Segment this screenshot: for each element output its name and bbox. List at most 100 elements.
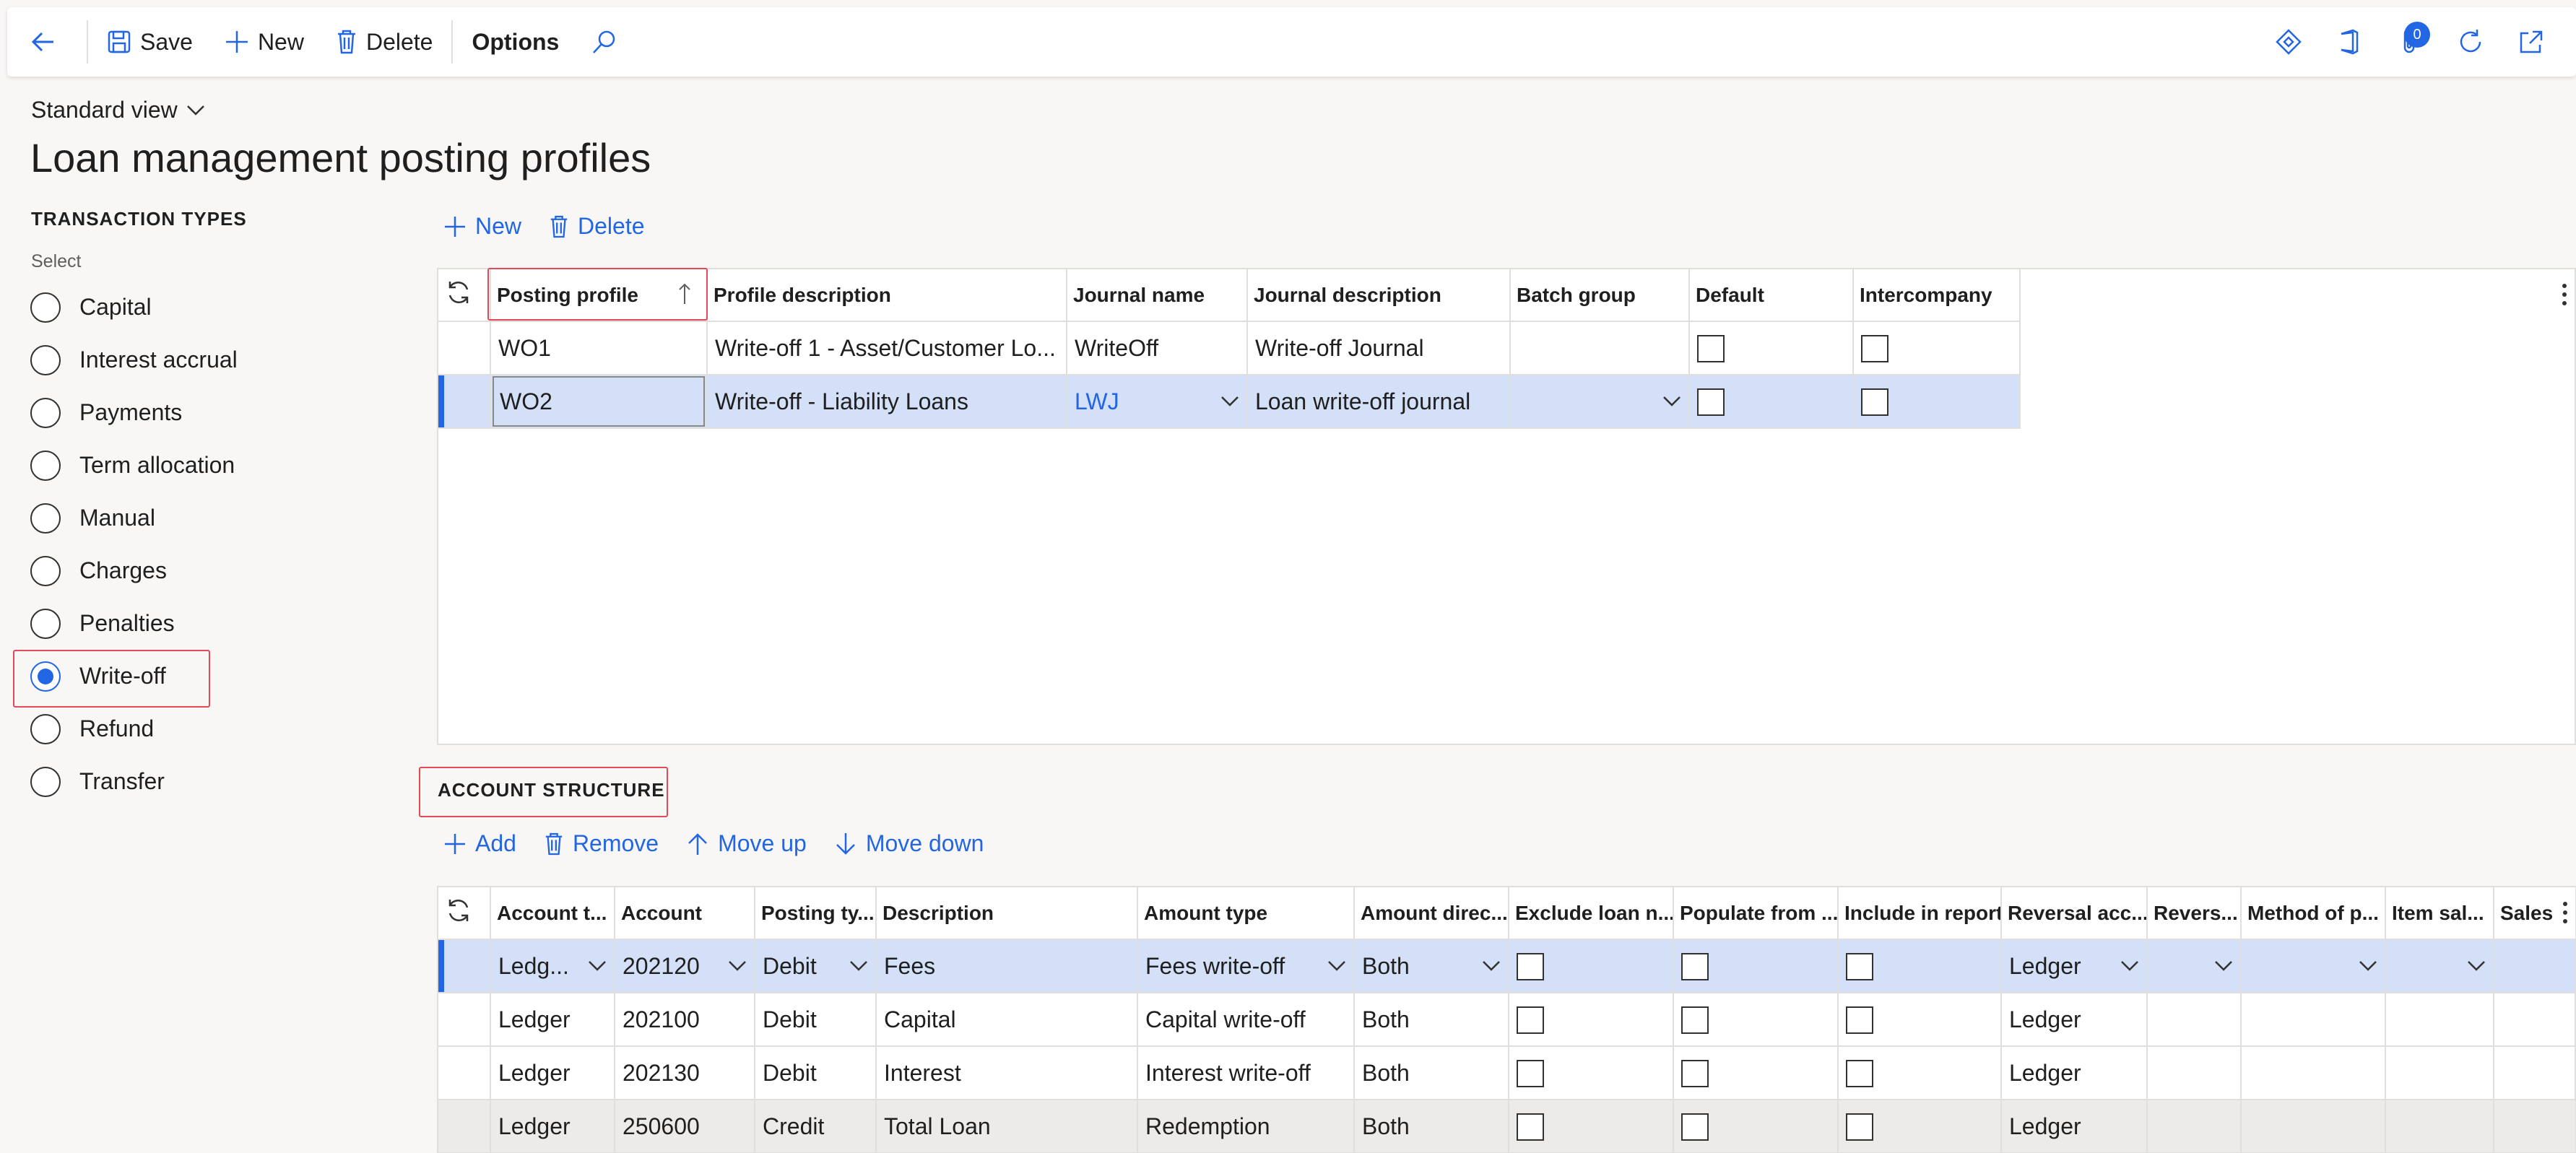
power-apps-button[interactable] (2258, 7, 2319, 77)
more-vertical-icon[interactable] (2561, 900, 2570, 925)
table-row[interactable]: Ledger 202130 Debit Interest Interest wr… (438, 1046, 2576, 1100)
table-row[interactable]: WO1 Write-off 1 - Asset/Customer Lo... W… (438, 321, 2021, 375)
exclude-loan-checkbox[interactable] (1517, 1059, 1544, 1087)
cell-posting-type[interactable]: Debit (755, 939, 877, 993)
refresh-grid-button[interactable] (438, 887, 491, 940)
cell-reversal[interactable] (2147, 993, 2242, 1047)
cell-amount-direction[interactable]: Both (1354, 1100, 1509, 1153)
cell-item-sales[interactable] (2385, 1046, 2494, 1100)
back-button[interactable] (7, 7, 84, 77)
more-vertical-icon[interactable] (2560, 282, 2569, 307)
cell-account[interactable]: 202100 (615, 993, 755, 1047)
cell-amount-direction[interactable]: Both (1354, 939, 1509, 993)
exclude-loan-checkbox[interactable] (1517, 952, 1544, 980)
radio-payments[interactable]: Payments (30, 386, 238, 439)
include-in-report-checkbox[interactable] (1846, 1006, 1873, 1034)
column-header-include-in-report[interactable]: Include in report (1838, 887, 2002, 940)
column-header-amount-type[interactable]: Amount type (1137, 887, 1355, 940)
column-header-posting-type[interactable]: Posting ty... (755, 887, 877, 940)
open-new-window-button[interactable] (2501, 7, 2562, 77)
column-header-account[interactable]: Account (615, 887, 755, 940)
new-button[interactable]: New (209, 7, 320, 77)
cell-amount-direction[interactable]: Both (1354, 993, 1509, 1047)
cell-posting-profile[interactable]: WO2 (490, 375, 708, 429)
table-row-hovered[interactable]: Ledger 250600 Credit Total Loan Redempti… (438, 1100, 2576, 1153)
radio-button[interactable] (30, 344, 61, 375)
cell-item-sales[interactable] (2385, 993, 2494, 1047)
chevron-down-icon[interactable] (2467, 960, 2486, 972)
radio-button[interactable] (30, 450, 61, 481)
default-checkbox[interactable] (1697, 388, 1725, 416)
column-header-item-sales[interactable]: Item sal... (2385, 887, 2494, 940)
cell-reversal-account[interactable]: Ledger (2001, 1046, 2148, 1100)
cell-account[interactable]: 202130 (615, 1046, 755, 1100)
cell-reversal[interactable] (2147, 1100, 2242, 1153)
attachments-button[interactable]: 0 (2380, 7, 2440, 77)
radio-penalties[interactable]: Penalties (30, 597, 238, 650)
delete-button[interactable]: Delete (320, 7, 449, 77)
exclude-loan-checkbox[interactable] (1517, 1113, 1544, 1141)
cell-posting-type[interactable]: Debit (755, 993, 877, 1047)
include-in-report-checkbox[interactable] (1846, 1113, 1873, 1141)
cell-reversal-account[interactable]: Ledger (2001, 939, 2148, 993)
column-header-sales[interactable]: Sales (2494, 887, 2576, 940)
chevron-down-icon[interactable] (2359, 960, 2377, 972)
remove-button[interactable]: Remove (544, 830, 659, 857)
radio-capital[interactable]: Capital (30, 281, 238, 334)
cell-profile-description[interactable]: Write-off - Liability Loans (707, 375, 1067, 429)
cell-journal-description[interactable]: Write-off Journal (1247, 321, 1511, 375)
intercompany-checkbox[interactable] (1861, 388, 1888, 416)
populate-from-checkbox[interactable] (1681, 1059, 1709, 1087)
column-header-populate-from[interactable]: Populate from ... (1673, 887, 1839, 940)
cell-profile-description[interactable]: Write-off 1 - Asset/Customer Lo... (707, 321, 1067, 375)
radio-button[interactable] (30, 766, 61, 797)
chevron-down-icon[interactable] (1220, 396, 1239, 407)
office-button[interactable] (2319, 7, 2380, 77)
posting-profile-input[interactable]: WO2 (493, 376, 705, 427)
cell-posting-type[interactable]: Credit (755, 1100, 877, 1153)
cell-account[interactable]: 202120 (615, 939, 755, 993)
cell-method-of-posting[interactable] (2241, 939, 2386, 993)
intercompany-checkbox[interactable] (1861, 334, 1888, 362)
cell-item-sales[interactable] (2385, 939, 2494, 993)
view-selector[interactable]: Standard view (31, 97, 205, 123)
cell-method-of-posting[interactable] (2241, 1100, 2386, 1153)
cell-sales[interactable] (2494, 939, 2576, 993)
radio-interest-accrual[interactable]: Interest accrual (30, 334, 238, 386)
cell-reversal-account[interactable]: Ledger (2001, 1100, 2148, 1153)
cell-account-type[interactable]: Ledger (490, 1100, 615, 1153)
journal-name-link[interactable]: LWJ (1075, 388, 1119, 415)
refresh-button[interactable] (2440, 7, 2501, 77)
cell-batch-group[interactable] (1510, 321, 1690, 375)
cell-method-of-posting[interactable] (2241, 1046, 2386, 1100)
column-header-default[interactable]: Default (1689, 269, 1854, 322)
cell-description[interactable]: Capital (876, 993, 1138, 1047)
cell-amount-type[interactable]: Redemption (1137, 1100, 1355, 1153)
cell-journal-name[interactable]: LWJ (1067, 375, 1248, 429)
row-selector[interactable] (438, 939, 491, 993)
profiles-new-button[interactable]: New (443, 213, 521, 240)
cell-account-type[interactable]: Ledger (490, 993, 615, 1047)
profiles-delete-button[interactable]: Delete (549, 213, 645, 240)
row-selector[interactable] (438, 1100, 491, 1153)
table-row[interactable]: Ledger 202100 Debit Capital Capital writ… (438, 993, 2576, 1047)
radio-transfer[interactable]: Transfer (30, 755, 238, 808)
radio-refund[interactable]: Refund (30, 702, 238, 755)
options-menu[interactable]: Options (456, 7, 575, 77)
chevron-down-icon[interactable] (1327, 960, 1346, 972)
include-in-report-checkbox[interactable] (1846, 952, 1873, 980)
row-selector[interactable] (438, 1046, 491, 1100)
cell-sales[interactable] (2494, 993, 2576, 1047)
cell-amount-type[interactable]: Interest write-off (1137, 1046, 1355, 1100)
radio-button[interactable] (30, 397, 61, 428)
column-header-journal-name[interactable]: Journal name (1067, 269, 1248, 322)
exclude-loan-checkbox[interactable] (1517, 1006, 1544, 1034)
cell-journal-name[interactable]: WriteOff (1067, 321, 1248, 375)
column-header-journal-description[interactable]: Journal description (1247, 269, 1511, 322)
table-row-selected[interactable]: Ledg... 202120 Debit Fees Fees write-off… (438, 939, 2576, 993)
radio-button[interactable] (30, 502, 61, 534)
populate-from-checkbox[interactable] (1681, 1006, 1709, 1034)
radio-button[interactable] (30, 713, 61, 744)
column-header-profile-description[interactable]: Profile description (707, 269, 1067, 322)
radio-button[interactable] (30, 292, 61, 323)
